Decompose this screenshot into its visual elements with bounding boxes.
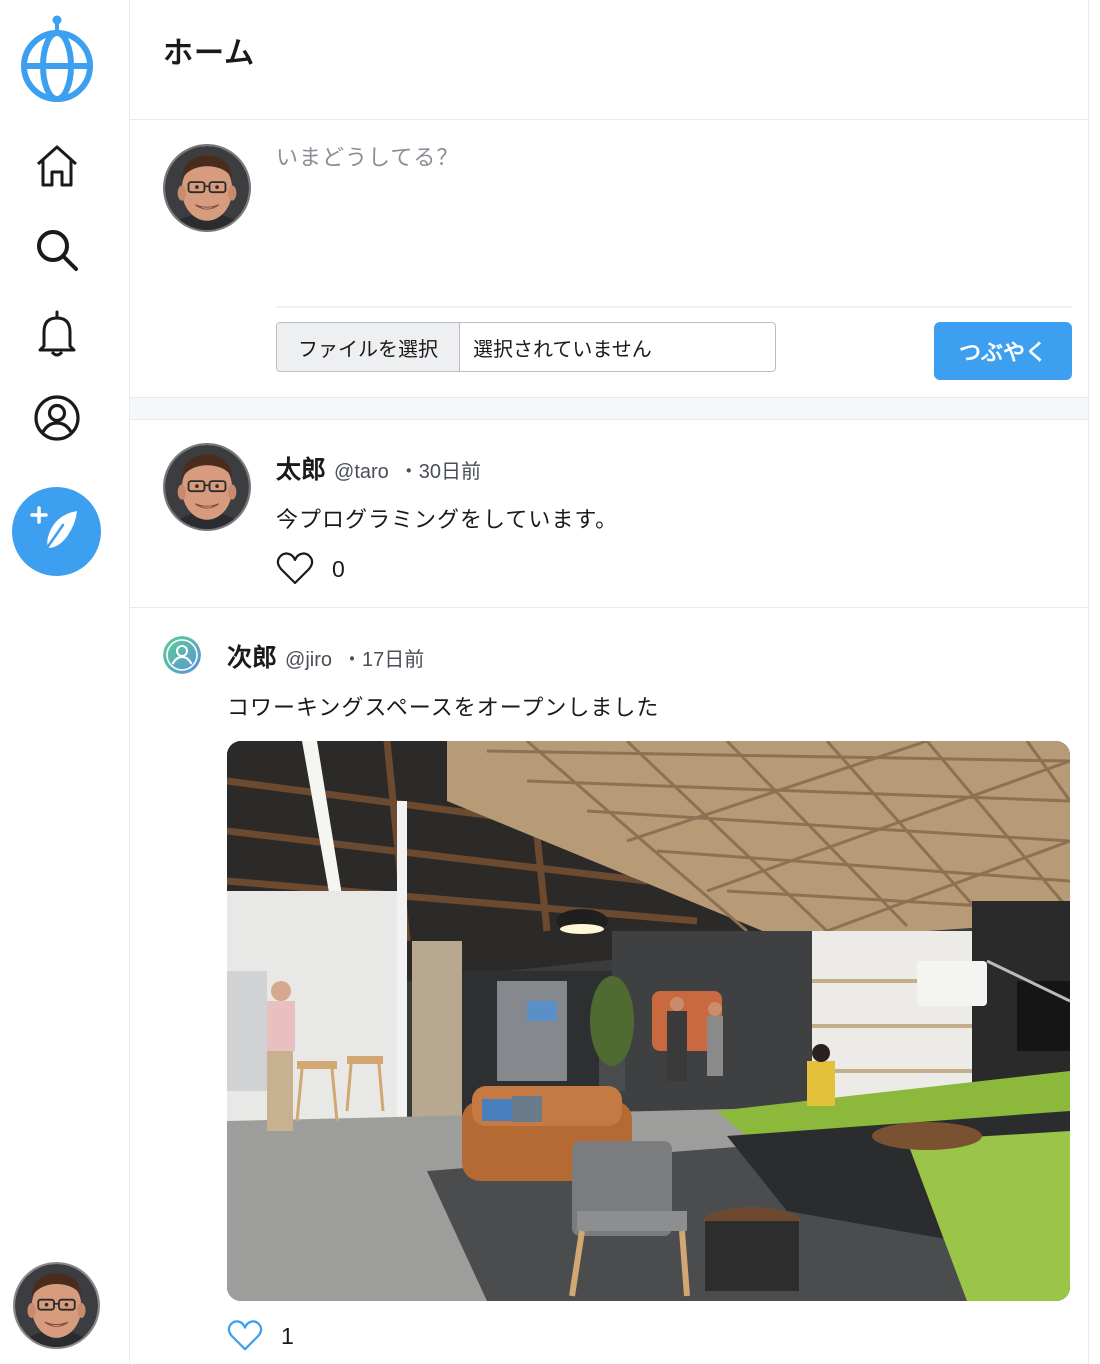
post-author-name[interactable]: 太郎	[276, 450, 326, 486]
like-button[interactable]: 0	[276, 552, 345, 586]
search-icon[interactable]	[28, 221, 86, 279]
heart-icon	[227, 1320, 263, 1351]
post-header: 太郎 @taro ・30日前	[276, 450, 481, 486]
post-author-name[interactable]: 次郎	[227, 638, 277, 674]
current-user-avatar[interactable]	[13, 1262, 100, 1349]
post-item: 次郎 @jiro ・17日前 コワーキングスペースをオープンしました 1	[130, 608, 1088, 1364]
post-body: 今プログラミングをしています。	[276, 508, 619, 533]
post-body: コワーキングスペースをオープンしました	[227, 696, 660, 721]
post-timestamp: ・17日前	[342, 649, 425, 671]
tweet-composer: ファイルを選択 選択されていません つぶやく	[130, 120, 1088, 398]
like-button[interactable]: 1	[227, 1320, 294, 1352]
tweet-input[interactable]	[276, 140, 1066, 290]
like-count: 1	[281, 1322, 294, 1349]
composer-avatar	[163, 144, 251, 232]
default-user-icon[interactable]	[163, 636, 201, 674]
main-timeline: ホーム ファイルを選択 選択されていません つぶやく 太郎 @taro ・30日…	[130, 0, 1089, 1364]
choose-file-button[interactable]: ファイルを選択	[277, 323, 460, 371]
tweet-submit-button[interactable]: つぶやく	[934, 322, 1072, 380]
globe-logo-icon[interactable]	[16, 14, 98, 104]
like-count: 0	[332, 555, 345, 582]
file-status: 選択されていません	[473, 336, 652, 361]
page-header: ホーム	[130, 0, 1088, 120]
file-picker[interactable]: ファイルを選択 選択されていません	[276, 322, 776, 372]
section-divider	[130, 398, 1088, 420]
post-avatar[interactable]	[163, 443, 251, 531]
home-icon[interactable]	[28, 137, 86, 195]
post-author-handle[interactable]: @jiro	[285, 649, 332, 672]
profile-icon[interactable]	[28, 389, 86, 447]
composer-divider	[276, 306, 1072, 308]
post-timestamp: ・30日前	[398, 461, 482, 483]
post-item: 太郎 @taro ・30日前 今プログラミングをしています。 0	[130, 420, 1088, 608]
bell-icon[interactable]	[28, 305, 86, 363]
feather-plus-icon	[29, 505, 77, 556]
sidebar	[0, 0, 130, 1364]
page-title: ホーム	[163, 36, 256, 71]
compose-button[interactable]	[12, 487, 101, 576]
post-author-handle[interactable]: @taro	[334, 461, 389, 484]
post-header: 次郎 @jiro ・17日前	[227, 638, 424, 674]
heart-icon	[276, 552, 314, 585]
post-image[interactable]	[227, 741, 1070, 1301]
